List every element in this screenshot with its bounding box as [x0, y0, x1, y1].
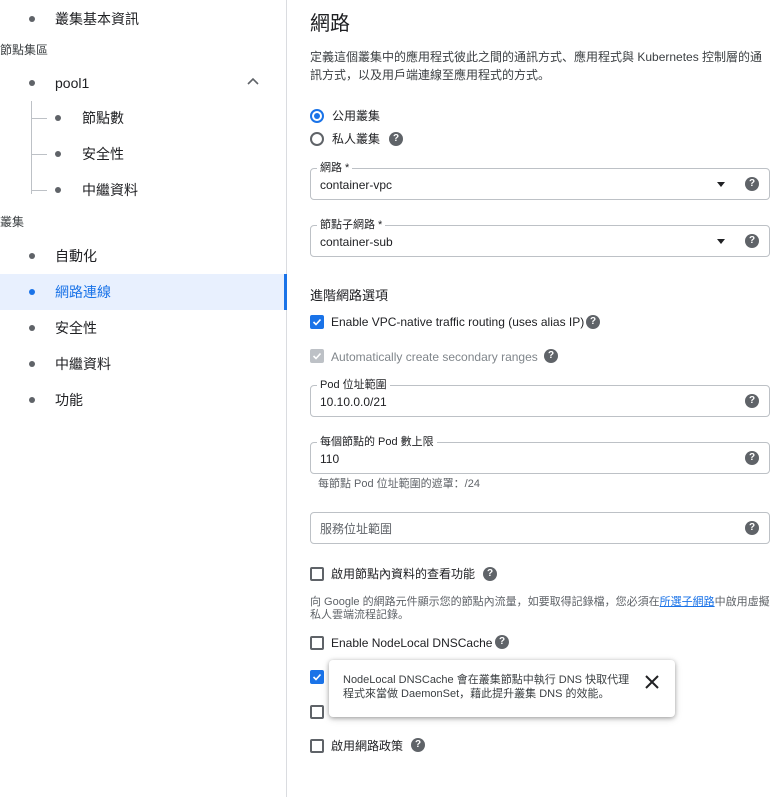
node-subnet-select[interactable]: 節點子網路 * container-sub ?: [310, 218, 770, 257]
max-pods-per-node-input[interactable]: 每個節點的 Pod 數上限 110 ?: [310, 435, 770, 474]
intranode-visibility-label: 啟用節點內資料的查看功能: [331, 567, 476, 581]
help-icon[interactable]: ?: [411, 738, 425, 752]
nodelocal-dnscache-label: Enable NodeLocal DNSCache: [331, 636, 493, 650]
bullet-icon: [29, 253, 35, 259]
help-icon[interactable]: ?: [745, 234, 759, 248]
help-icon[interactable]: ?: [586, 315, 600, 329]
network-select[interactable]: 網路 * container-vpc ?: [310, 161, 770, 200]
sidebar-item-label: 自動化: [55, 248, 97, 264]
max-pods-per-node-value: 110: [320, 452, 340, 466]
sidebar-item-security[interactable]: 安全性: [0, 310, 287, 346]
sidebar-item-cluster-basics[interactable]: 叢集基本資訊: [0, 1, 287, 37]
dropdown-arrow-icon[interactable]: [717, 182, 725, 187]
sidebar: 叢集基本資訊 節點集區 pool1 節點數 安全性 中繼資料 叢集 自動化 網路…: [0, 0, 287, 797]
note-text: 向 Google 的網路元件顯示您的節點內流量，如要取得記錄檔，您必須在: [310, 596, 660, 608]
pod-address-range-input[interactable]: Pod 位址範圍 10.10.0.0/21 ?: [310, 378, 770, 417]
help-icon[interactable]: ?: [483, 567, 497, 581]
node-subnet-value: container-sub: [320, 235, 393, 249]
public-cluster-radio[interactable]: [310, 109, 324, 123]
sidebar-item-label: 網路連線: [55, 284, 111, 300]
network-policy-checkbox[interactable]: [310, 739, 324, 753]
sidebar-item-label: 中繼資料: [82, 182, 138, 198]
sidebar-item-pool-metadata[interactable]: 中繼資料: [0, 172, 287, 208]
intranode-visibility-checkbox[interactable]: [310, 567, 324, 581]
help-icon[interactable]: ?: [745, 451, 759, 465]
nodelocal-dnscache-tooltip: NodeLocal DNSCache 會在叢集節點中執行 DNS 快取代理程式來…: [329, 660, 675, 717]
bullet-icon: [55, 151, 61, 157]
bullet-icon: [29, 289, 35, 295]
chevron-up-icon[interactable]: [247, 77, 259, 85]
sidebar-item-features[interactable]: 功能: [0, 382, 287, 418]
sidebar-item-label: 中繼資料: [55, 356, 111, 372]
help-icon[interactable]: ?: [745, 177, 759, 191]
sidebar-item-pool1[interactable]: pool1: [0, 65, 287, 101]
help-icon[interactable]: ?: [745, 394, 759, 408]
help-icon[interactable]: ?: [495, 635, 509, 649]
active-indicator: [284, 274, 287, 310]
sidebar-item-label: 節點數: [82, 110, 124, 126]
check-icon: [312, 673, 322, 681]
sidebar-item-networking[interactable]: 網路連線: [0, 274, 287, 310]
max-pods-per-node-label: 每個節點的 Pod 數上限: [317, 435, 437, 449]
sidebar-item-label: pool1: [55, 75, 90, 91]
sidebar-item-label: 功能: [55, 392, 83, 408]
network-policy-label: 啟用網路政策: [331, 739, 404, 753]
public-cluster-label: 公用叢集: [332, 109, 381, 123]
vpc-native-checkbox[interactable]: [310, 315, 324, 329]
service-address-range-placeholder: 服務位址範圍: [320, 522, 393, 536]
bullet-icon: [55, 187, 61, 193]
bullet-icon: [55, 115, 61, 121]
help-icon[interactable]: ?: [745, 521, 759, 535]
service-address-range-input[interactable]: 服務位址範圍 ?: [310, 512, 770, 544]
page-title: 網路: [310, 13, 350, 35]
nodelocal-dnscache-checkbox[interactable]: [310, 636, 324, 650]
pod-address-range-value: 10.10.0.0/21: [320, 395, 387, 409]
pod-mask-hint: 每節點 Pod 位址範圍的遮罩：/24: [318, 478, 480, 490]
sidebar-item-label: 安全性: [82, 146, 124, 162]
network-value: container-vpc: [320, 178, 393, 192]
sidebar-item-label: 安全性: [55, 320, 97, 336]
sidebar-item-metadata[interactable]: 中繼資料: [0, 346, 287, 382]
sidebar-item-pool-security[interactable]: 安全性: [0, 136, 287, 172]
help-icon[interactable]: ?: [544, 349, 558, 363]
main-panel: 網路 定義這個叢集中的應用程式彼此之間的通訊方式、應用程式與 Kubernete…: [288, 0, 782, 797]
checked-checkbox[interactable]: [310, 670, 324, 684]
advanced-networking-heading: 進階網路選項: [310, 288, 389, 303]
network-label: 網路 *: [317, 161, 353, 175]
pod-address-range-label: Pod 位址範圍: [317, 378, 390, 392]
dropdown-arrow-icon[interactable]: [717, 239, 725, 244]
vpc-native-label: Enable VPC-native traffic routing (uses …: [331, 315, 585, 329]
section-cluster: 叢集: [0, 215, 25, 229]
private-cluster-radio[interactable]: [310, 132, 324, 146]
section-node-pools: 節點集區: [0, 43, 49, 57]
help-icon[interactable]: ?: [389, 132, 403, 146]
bullet-icon: [29, 397, 35, 403]
sidebar-item-automation[interactable]: 自動化: [0, 238, 287, 274]
bullet-icon: [29, 16, 35, 22]
page-description: 定義這個叢集中的應用程式彼此之間的通訊方式、應用程式與 Kubernetes 控…: [310, 50, 763, 82]
sidebar-item-label: 叢集基本資訊: [55, 11, 139, 27]
unchecked-checkbox[interactable]: [310, 705, 324, 719]
auto-secondary-ranges-checkbox[interactable]: [310, 349, 324, 363]
tooltip-text: NodeLocal DNSCache 會在叢集節點中執行 DNS 快取代理程式來…: [343, 674, 630, 700]
auto-secondary-ranges-label: Automatically create secondary ranges: [331, 350, 538, 364]
bullet-icon: [29, 325, 35, 331]
intranode-visibility-note: 向 Google 的網路元件顯示您的節點內流量，如要取得記錄檔，您必須在所選子網…: [310, 596, 772, 622]
sidebar-item-node-count[interactable]: 節點數: [0, 100, 287, 136]
bullet-icon: [29, 361, 35, 367]
check-icon: [312, 318, 322, 326]
close-icon[interactable]: [643, 673, 661, 691]
node-subnet-label: 節點子網路 *: [317, 218, 386, 232]
check-icon: [312, 352, 322, 360]
bullet-icon: [29, 80, 35, 86]
selected-subnet-link[interactable]: 所選子網路: [660, 596, 715, 608]
private-cluster-label: 私人叢集: [332, 132, 381, 146]
